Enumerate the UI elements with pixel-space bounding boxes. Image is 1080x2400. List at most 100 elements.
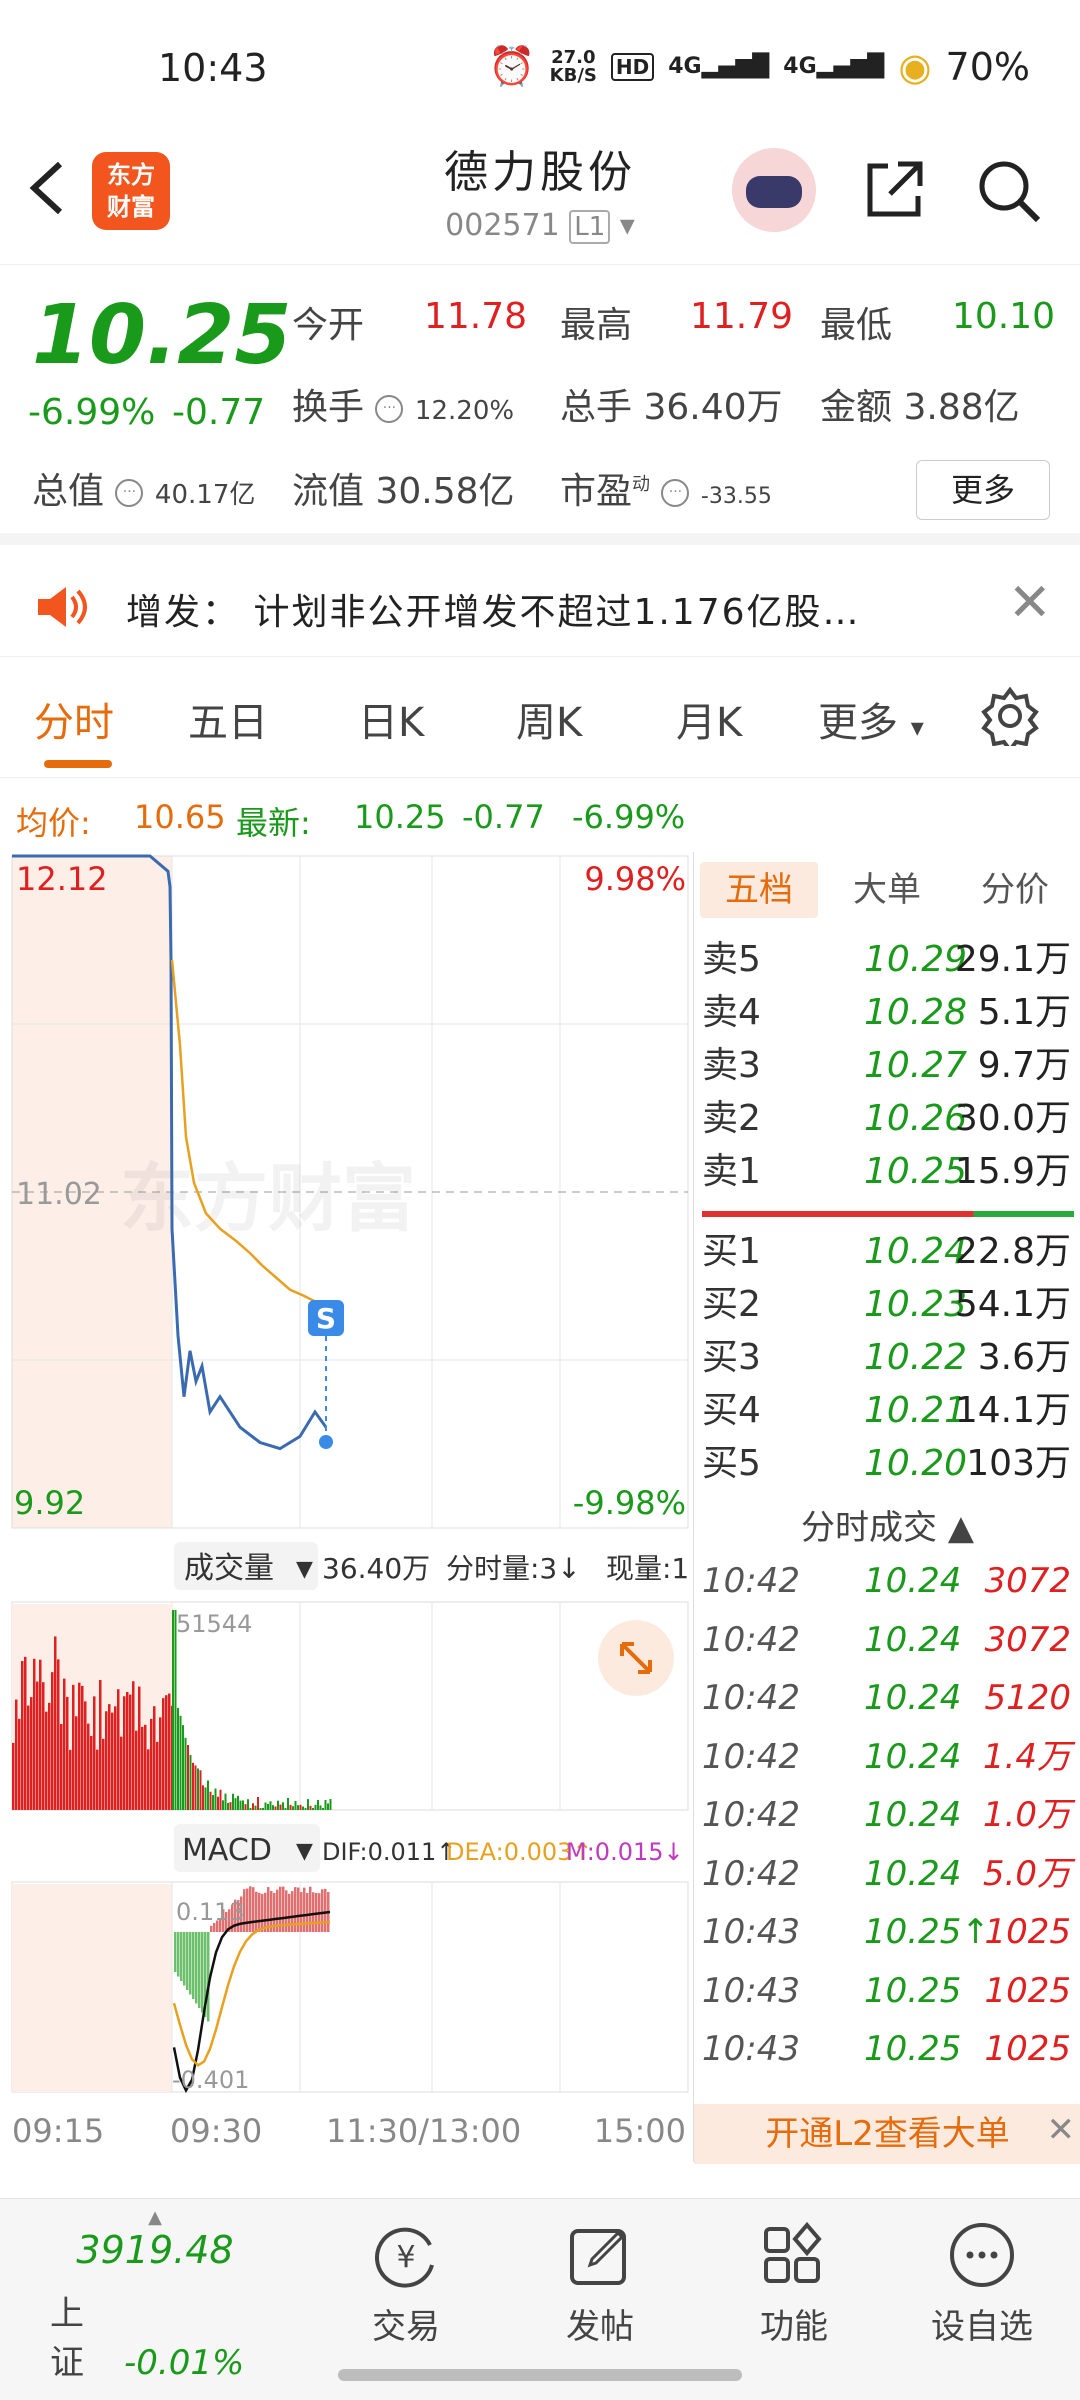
index-widget[interactable]: ▲ 3919.48 上证 -0.01% xyxy=(50,2207,260,2384)
speaker-icon xyxy=(36,585,88,629)
trade-price: 10.24 xyxy=(864,1845,961,1903)
trade-row[interactable]: 10:43 10.25 1025 xyxy=(694,2020,1080,2078)
tab-weekly-k[interactable]: 周K xyxy=(516,690,582,748)
notice-bar[interactable]: 增发： 计划非公开增发不超过1.176亿股… ✕ xyxy=(0,557,1080,657)
search-icon[interactable] xyxy=(976,158,1042,224)
volume-bar xyxy=(230,1802,232,1810)
volume-bar xyxy=(39,1660,42,1810)
more-quote-button[interactable]: 更多 xyxy=(916,460,1050,520)
trade-row[interactable]: 10:42 10.24 3072 xyxy=(694,1552,1080,1610)
avg-label: 均价: xyxy=(16,798,91,844)
tab-five-levels[interactable]: 五档 xyxy=(700,862,818,918)
volume-bar xyxy=(200,1770,202,1810)
volume-bar xyxy=(222,1800,224,1810)
trade-row[interactable]: 10:42 10.24 5120 xyxy=(694,1669,1080,1727)
ask-row[interactable]: 卖1 10.25 15.9万 xyxy=(694,1146,1080,1198)
level-label: 买3 xyxy=(702,1332,761,1384)
level-label: 卖5 xyxy=(702,934,761,986)
hd-icon: HD xyxy=(611,53,654,81)
latest-value: 10.25 xyxy=(354,798,446,836)
volume-bar xyxy=(242,1800,244,1810)
volume-bar xyxy=(197,1768,199,1810)
trade-volume: 5120 xyxy=(984,1669,1071,1727)
bid-row[interactable]: 买3 10.22 3.6万 xyxy=(694,1332,1080,1384)
chevron-down-icon: ▼ xyxy=(296,1557,313,1582)
volume-bar xyxy=(307,1799,309,1810)
y-label-bottom-pct: -9.98% xyxy=(573,1484,686,1522)
close-icon[interactable]: ✕ xyxy=(1008,573,1052,633)
volume-bar xyxy=(280,1805,282,1810)
x-tick-0930: 09:30 xyxy=(170,2112,262,2150)
bid-row[interactable]: 买4 10.21 14.1万 xyxy=(694,1385,1080,1437)
macd-bar xyxy=(186,1932,189,1990)
volume-bar xyxy=(69,1750,72,1810)
volume-bar xyxy=(60,1724,63,1810)
nav-post[interactable]: 发帖 xyxy=(540,2221,660,2348)
volume-bar xyxy=(227,1803,229,1810)
nav-trade[interactable]: ¥ 交易 xyxy=(346,2221,466,2348)
volume-bar xyxy=(172,1610,174,1810)
tab-five-day[interactable]: 五日 xyxy=(188,690,268,748)
trade-row[interactable]: 10:42 10.24 5.0万 xyxy=(694,1845,1080,1903)
nav-add-watchlist[interactable]: 设自选 xyxy=(922,2221,1042,2348)
turnover-label: 换手 ··· 12.20% xyxy=(292,378,514,430)
volume-bar xyxy=(175,1610,177,1810)
status-icons: ⏰ 27.0 KB/S HD 4G▂▄▆█ 4G▂▄▆█ ◉ 70% xyxy=(488,44,1030,89)
volume-bar xyxy=(220,1790,222,1810)
trade-row[interactable]: 10:42 10.24 1.0万 xyxy=(694,1786,1080,1844)
volume-bar xyxy=(190,1755,192,1810)
bid-row[interactable]: 买5 10.20 103万 xyxy=(694,1438,1080,1490)
trade-row[interactable]: 10:43 10.25 1025 xyxy=(694,1962,1080,2020)
volume-bar xyxy=(185,1738,187,1810)
bid-row[interactable]: 买1 10.24 22.8万 xyxy=(694,1226,1080,1278)
volume-bar xyxy=(12,1743,15,1810)
volume-bar xyxy=(18,1719,21,1810)
change-value: -0.77 xyxy=(172,392,265,433)
share-icon[interactable] xyxy=(862,158,926,222)
chart-area[interactable]: 东方财富 12.12 11.02 9.92 9.98% -9.98% S 成交量… xyxy=(0,852,690,2152)
trade-volume: 3072 xyxy=(984,1552,1071,1610)
l2-upgrade-banner[interactable]: 开通L2查看大单 ✕ xyxy=(694,2104,1080,2164)
tab-more[interactable]: 更多 ▾ xyxy=(818,690,924,748)
index-value: 3919.48 xyxy=(50,2228,260,2272)
gear-icon[interactable] xyxy=(980,686,1040,746)
ask-row[interactable]: 卖2 10.26 30.0万 xyxy=(694,1093,1080,1145)
ask-row[interactable]: 卖3 10.27 9.7万 xyxy=(694,1040,1080,1092)
ai-assistant-button[interactable] xyxy=(732,148,816,232)
tab-price-distribution[interactable]: 分价 xyxy=(956,862,1074,918)
tab-daily-k[interactable]: 日K xyxy=(358,690,424,748)
volume-bar xyxy=(187,1745,189,1810)
macd-bar xyxy=(300,1892,303,1932)
close-icon[interactable]: ✕ xyxy=(1047,2100,1076,2160)
trade-row[interactable]: 10:42 10.24 1.4万 xyxy=(694,1728,1080,1786)
volume-bar xyxy=(205,1787,207,1810)
volume-bar xyxy=(195,1765,197,1810)
trade-row[interactable]: 10:42 10.24 3072 xyxy=(694,1611,1080,1669)
level-price: 10.29 xyxy=(864,934,967,986)
volume-bar xyxy=(96,1750,99,1810)
volume-bar xyxy=(138,1687,141,1810)
volume-bar xyxy=(180,1716,182,1810)
volume-bar xyxy=(210,1792,212,1810)
volume-bar xyxy=(84,1701,87,1810)
volume-bar xyxy=(105,1711,108,1810)
intraday-chart[interactable]: 东方财富 12.12 11.02 9.92 9.98% -9.98% S 成交量… xyxy=(0,852,690,2152)
macd-top-label: 0.113 xyxy=(176,1898,245,1926)
macd-bar xyxy=(180,1932,183,1981)
volume-bar xyxy=(15,1700,18,1810)
volume-bar xyxy=(240,1801,242,1810)
trade-row[interactable]: 10:43 10.25↑ 1025 xyxy=(694,1903,1080,1961)
tab-big-orders[interactable]: 大单 xyxy=(828,862,946,918)
ask-row[interactable]: 卖5 10.29 29.1万 xyxy=(694,934,1080,986)
trades-header[interactable]: 分时成交 ▲ xyxy=(694,1500,1080,1549)
tab-monthly-k[interactable]: 月K xyxy=(676,690,742,748)
edit-icon xyxy=(564,2221,636,2291)
y-label-top: 12.12 xyxy=(16,860,108,898)
home-indicator[interactable] xyxy=(338,2369,742,2381)
info-icon: ··· xyxy=(375,395,403,423)
ask-row[interactable]: 卖4 10.28 5.1万 xyxy=(694,987,1080,1039)
nav-functions[interactable]: 功能 xyxy=(734,2221,854,2348)
mktcap-value: 40.17亿 xyxy=(155,480,255,510)
bid-row[interactable]: 买2 10.23 54.1万 xyxy=(694,1279,1080,1331)
tab-intraday[interactable]: 分时 xyxy=(34,690,114,748)
